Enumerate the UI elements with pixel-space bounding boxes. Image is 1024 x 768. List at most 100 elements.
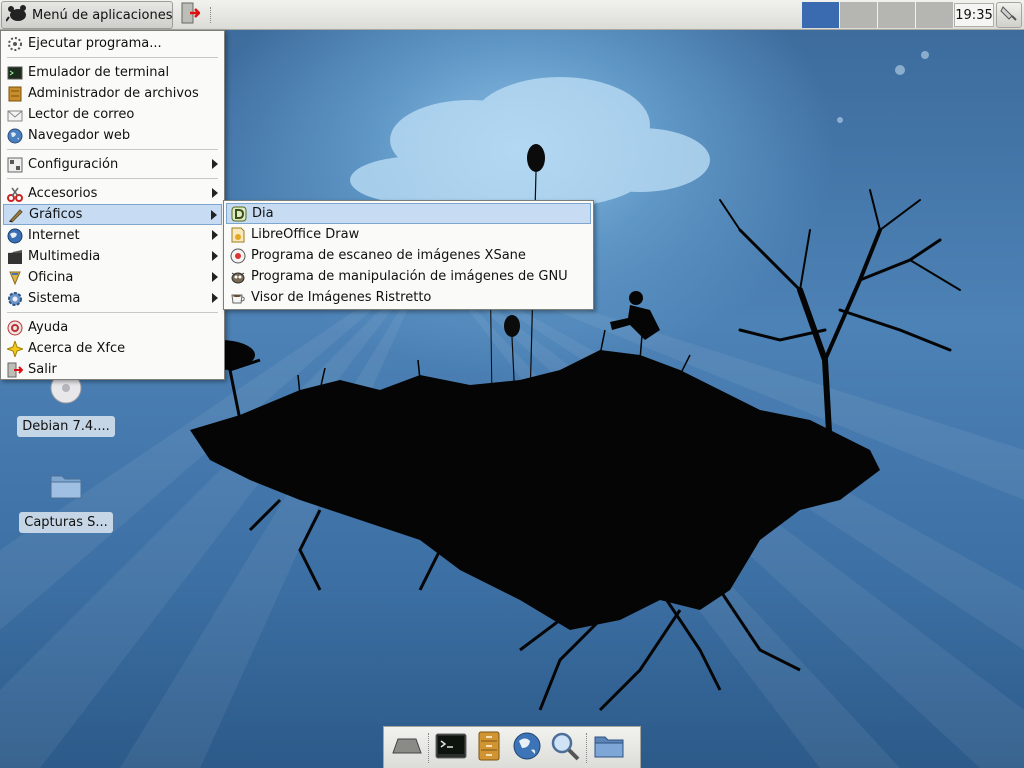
- web-browser-icon: [512, 731, 542, 765]
- ristretto-icon: [230, 290, 246, 306]
- workspace-switcher: [802, 2, 954, 28]
- settings-icon: [7, 157, 23, 173]
- gimp-icon: [230, 269, 246, 285]
- workspace-3[interactable]: [878, 2, 916, 28]
- run-icon: [7, 36, 23, 52]
- menu-item-label: Programa de escaneo de imágenes XSane: [251, 248, 526, 263]
- menu-item-label: Accesorios: [28, 186, 98, 201]
- menu-item-xsane[interactable]: Programa de escaneo de imágenes XSane: [226, 245, 591, 266]
- system-icon: [7, 291, 23, 307]
- submenu-arrow-icon: [212, 188, 218, 198]
- applications-menu: Ejecutar programa... Emulador de termina…: [0, 30, 225, 380]
- terminal-icon: [7, 65, 23, 81]
- menu-item-file-manager[interactable]: Administrador de archivos: [3, 83, 222, 104]
- desktop-icon-capturas[interactable]: Capturas S...: [18, 468, 114, 533]
- menu-item-label: LibreOffice Draw: [251, 227, 360, 242]
- logout-icon: [7, 362, 23, 378]
- menu-item-label: Acerca de Xfce: [28, 341, 126, 356]
- folder-icon: [593, 733, 625, 763]
- menu-item-dia[interactable]: Dia: [226, 203, 591, 224]
- dock-web-browser[interactable]: [508, 729, 546, 767]
- menu-item-multimedia[interactable]: Multimedia: [3, 246, 222, 267]
- clock[interactable]: 19:35: [954, 3, 994, 27]
- menu-item-run-program[interactable]: Ejecutar programa...: [3, 33, 222, 54]
- accessories-icon: [7, 186, 23, 202]
- graphics-icon: [8, 207, 24, 223]
- search-icon: [550, 731, 580, 765]
- panel-separator: [210, 7, 214, 23]
- menu-item-label: Administrador de archivos: [28, 86, 199, 101]
- menu-item-help[interactable]: Ayuda: [3, 317, 222, 338]
- workspace-2[interactable]: [840, 2, 878, 28]
- menu-item-label: Visor de Imágenes Ristretto: [251, 290, 432, 305]
- logout-icon: [180, 2, 201, 28]
- desktop-icon-label: Debian 7.4....: [17, 416, 115, 437]
- dock-file-manager[interactable]: [470, 729, 508, 767]
- menu-item-label: Programa de manipulación de imágenes de …: [251, 269, 568, 284]
- desktop-icon-debian[interactable]: Debian 7.4....: [17, 370, 115, 437]
- submenu-arrow-icon: [212, 230, 218, 240]
- menu-item-system[interactable]: Sistema: [3, 288, 222, 309]
- logout-launcher[interactable]: [177, 2, 203, 28]
- dock-search[interactable]: [546, 729, 584, 767]
- applications-menu-label: Menú de aplicaciones: [32, 7, 173, 23]
- web-browser-icon: [7, 128, 23, 144]
- submenu-arrow-icon: [212, 159, 218, 169]
- file-manager-icon: [477, 731, 501, 765]
- bottom-dock: [383, 726, 641, 768]
- workspace-1[interactable]: [802, 2, 840, 28]
- xsane-icon: [230, 248, 246, 264]
- dia-icon: [231, 206, 247, 222]
- graphics-submenu: Dia LibreOffice Draw Programa de escaneo…: [223, 200, 594, 310]
- menu-item-terminal[interactable]: Emulador de terminal: [3, 62, 222, 83]
- menu-item-mail-reader[interactable]: Lector de correo: [3, 104, 222, 125]
- dock-separator: [428, 732, 430, 763]
- menu-item-logout[interactable]: Salir: [3, 359, 222, 380]
- applications-menu-button[interactable]: Menú de aplicaciones: [1, 1, 173, 29]
- menu-separator: [7, 178, 218, 179]
- menu-item-label: Ayuda: [28, 320, 69, 335]
- terminal-icon: [435, 733, 467, 763]
- libreoffice-draw-icon: [230, 227, 246, 243]
- workspace-4[interactable]: [916, 2, 954, 28]
- menu-separator: [7, 312, 218, 313]
- menu-item-label: Lector de correo: [28, 107, 135, 122]
- internet-icon: [7, 228, 23, 244]
- file-manager-icon: [7, 86, 23, 102]
- menu-item-about-xfce[interactable]: Acerca de Xfce: [3, 338, 222, 359]
- removable-media-button[interactable]: [996, 2, 1022, 28]
- menu-item-label: Gráficos: [29, 207, 83, 222]
- multimedia-icon: [7, 249, 23, 265]
- menu-item-label: Multimedia: [28, 249, 101, 264]
- dock-separator: [586, 732, 588, 763]
- dock-terminal[interactable]: [432, 729, 470, 767]
- office-icon: [7, 270, 23, 286]
- menu-separator: [7, 57, 218, 58]
- menu-item-label: Oficina: [28, 270, 74, 285]
- mail-icon: [7, 107, 23, 123]
- menu-item-graphics[interactable]: Gráficos: [3, 204, 222, 225]
- menu-item-libreoffice-draw[interactable]: LibreOffice Draw: [226, 224, 591, 245]
- desktop-icon-label: Capturas S...: [19, 512, 113, 533]
- submenu-arrow-icon: [212, 251, 218, 261]
- menu-item-internet[interactable]: Internet: [3, 225, 222, 246]
- dock-folder[interactable]: [590, 729, 628, 767]
- menu-item-gimp[interactable]: Programa de manipulación de imágenes de …: [226, 266, 591, 287]
- menu-item-web-browser[interactable]: Navegador web: [3, 125, 222, 146]
- show-desktop-icon: [392, 735, 422, 761]
- menu-item-label: Ejecutar programa...: [28, 36, 162, 51]
- submenu-arrow-icon: [211, 210, 217, 220]
- top-panel: Menú de aplicaciones 19:35: [0, 0, 1024, 30]
- menu-item-label: Dia: [252, 206, 274, 221]
- menu-item-ristretto[interactable]: Visor de Imágenes Ristretto: [226, 287, 591, 308]
- dock-show-desktop[interactable]: [388, 729, 426, 767]
- menu-item-label: Configuración: [28, 157, 119, 172]
- submenu-arrow-icon: [212, 272, 218, 282]
- menu-item-accessories[interactable]: Accesorios: [3, 183, 222, 204]
- menu-item-settings[interactable]: Configuración: [3, 154, 222, 175]
- menu-item-label: Sistema: [28, 291, 81, 306]
- menu-item-office[interactable]: Oficina: [3, 267, 222, 288]
- menu-item-label: Salir: [28, 362, 57, 377]
- help-icon: [7, 320, 23, 336]
- submenu-arrow-icon: [212, 293, 218, 303]
